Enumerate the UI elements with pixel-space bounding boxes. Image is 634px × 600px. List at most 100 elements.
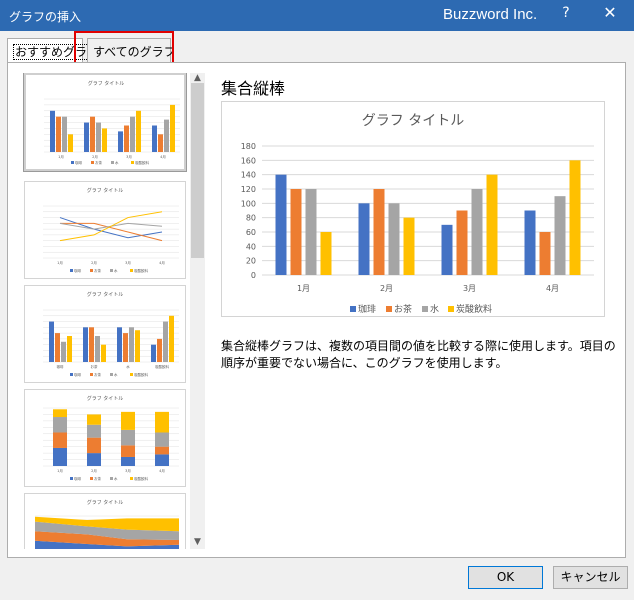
thumb-legend-label: 炭酸飲料	[134, 476, 148, 481]
thumb-legend-label: お茶	[95, 160, 102, 165]
bar-0-0	[275, 174, 287, 275]
bar-3-3	[569, 160, 581, 275]
thumb-clustered-column[interactable]: グラフ タイトル 1月 2月 3月 4月 珈琲 お茶 水 炭酸飲料	[24, 73, 186, 171]
legend-label-1: お茶	[394, 303, 412, 315]
y-tick-label: 120	[241, 185, 256, 194]
thumb-legend-swatch	[110, 373, 113, 376]
thumb-bar	[124, 125, 129, 152]
thumb-title: グラフ タイトル	[87, 291, 124, 298]
thumb-legend-label: 水	[114, 268, 118, 273]
thumb-legend-label: 水	[114, 476, 118, 481]
thumb-bar	[152, 125, 157, 152]
bar-1-3	[539, 232, 551, 275]
thumb-x-label: 4月	[160, 154, 166, 159]
thumb-stack	[53, 417, 67, 433]
bar-2-2	[471, 189, 483, 275]
legend-label-0: 珈琲	[358, 303, 376, 315]
thumb-bar	[83, 327, 88, 362]
thumb-legend-swatch	[110, 269, 113, 272]
thumb-bar	[102, 128, 107, 152]
x-tick-label: 3月	[463, 284, 476, 293]
brand-label: Buzzword Inc.	[443, 6, 538, 23]
y-tick-label: 100	[241, 199, 256, 208]
thumb-bar	[50, 110, 55, 152]
thumb-bar	[169, 315, 174, 362]
thumb-title: グラフ タイトル	[87, 499, 124, 506]
scroll-down-icon[interactable]: ▼	[190, 537, 205, 549]
thumb-clustered-column-by-series[interactable]: グラフ タイトル 珈琲 お茶水炭酸飲料 珈琲 お茶水炭酸飲料	[24, 285, 186, 383]
thumb-bar	[164, 119, 169, 152]
scroll-thumb[interactable]	[191, 83, 204, 258]
thumb-stack	[87, 437, 101, 454]
legend-swatch-1	[386, 306, 392, 312]
tab-all-charts[interactable]: すべてのグラフ	[87, 38, 176, 62]
thumb-bar	[56, 116, 61, 152]
tab-all-charts-label: すべてのグラフ	[93, 45, 176, 59]
y-tick-label: 20	[246, 257, 256, 266]
ok-button[interactable]: OK	[468, 566, 543, 589]
thumb-legend-label: 水	[114, 372, 118, 377]
y-tick-label: 160	[241, 156, 256, 165]
thumb-x-label: お茶	[91, 364, 98, 369]
thumb-stacked-area[interactable]: グラフ タイトル	[24, 493, 186, 549]
thumb-bar	[89, 327, 94, 362]
y-tick-label: 60	[246, 228, 256, 237]
thumb-x-label: 4月	[159, 468, 165, 473]
bar-0-1	[358, 203, 370, 275]
bar-1-0	[290, 189, 302, 275]
thumb-bar	[90, 116, 95, 152]
thumb-stack	[121, 456, 135, 466]
thumb-bar	[61, 341, 66, 362]
help-icon[interactable]: ?	[556, 5, 576, 25]
thumb-legend-swatch	[70, 477, 73, 480]
chart-description: 集合縦棒グラフは、複数の項目間の値を比較する際に使用します。項目の順序が重要でな…	[221, 339, 616, 370]
thumb-legend-swatch	[70, 373, 73, 376]
thumb-x-label: 2月	[92, 154, 98, 159]
thumb-legend-label: 珈琲	[75, 160, 82, 165]
tab-recommended[interactable]: おすすめグラフ	[7, 38, 102, 62]
close-icon[interactable]: ✕	[598, 3, 622, 27]
thumb-bar	[158, 134, 163, 152]
legend-label-3: 炭酸飲料	[456, 303, 492, 315]
y-tick-label: 80	[246, 214, 256, 223]
thumb-bar	[118, 131, 123, 152]
thumb-bar	[67, 336, 72, 362]
thumb-line[interactable]: グラフ タイトル 1月 2月 3月 4月 珈琲 お茶 水 炭酸飲料	[24, 181, 186, 279]
title-bar: グラフの挿入 Buzzword Inc. ? ✕	[0, 0, 634, 31]
thumb-bar	[151, 344, 156, 362]
thumb-bar	[55, 333, 60, 362]
thumb-x-label: 水	[126, 364, 130, 369]
thumb-legend-label: お茶	[94, 372, 101, 377]
bar-3-0	[320, 232, 332, 275]
thumb-x-label: 3月	[125, 468, 131, 473]
thumb-legend-swatch	[111, 161, 114, 164]
chart-type-heading: 集合縦棒	[221, 79, 286, 98]
bar-1-2	[456, 210, 468, 275]
bar-3-2	[486, 174, 498, 275]
thumb-stack	[121, 411, 135, 430]
thumb-legend-swatch	[131, 161, 134, 164]
bar-2-3	[554, 196, 566, 275]
thumb-title: グラフ タイトル	[87, 395, 124, 402]
thumb-bar	[129, 327, 134, 362]
thumb-x-label: 3月	[126, 154, 132, 159]
cancel-button[interactable]: キャンセル	[553, 566, 628, 589]
thumbnail-scrollbar[interactable]: ▲ ▼	[190, 73, 205, 549]
main-panel: グラフ タイトル 1月 2月 3月 4月 珈琲 お茶水炭酸飲料 グラフ タイトル 1月 2月 3月…	[7, 62, 626, 558]
y-tick-label: 40	[246, 242, 256, 251]
thumb-x-label: 1月	[57, 468, 63, 473]
thumb-legend-swatch	[70, 269, 73, 272]
thumb-bar	[157, 338, 162, 362]
preview-chart-svg: グラフ タイトル 0 20 40 60 80 100 120 140 160 180 1月 2月 3月 4月…	[241, 113, 594, 315]
thumb-bar	[117, 327, 122, 362]
thumb-legend-swatch	[91, 161, 94, 164]
y-tick-label: 0	[251, 271, 256, 280]
thumb-bar	[96, 122, 101, 152]
chart-title: グラフ タイトル	[362, 113, 464, 129]
thumb-stack	[53, 432, 67, 448]
bar-0-3	[524, 210, 536, 275]
thumb-stack	[155, 411, 169, 433]
thumb-x-label: 4月	[159, 260, 165, 265]
thumb-legend-label: 水	[115, 160, 119, 165]
thumb-stacked-column[interactable]: グラフ タイトル 1月 2月 3月 4月 珈琲 お茶 水 炭酸飲料	[24, 389, 186, 487]
